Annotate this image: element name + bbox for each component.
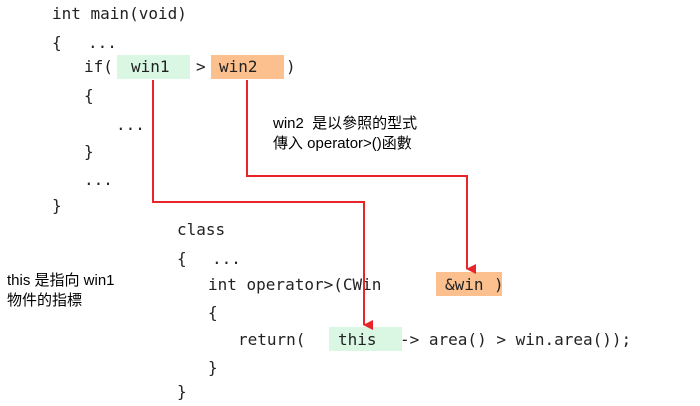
win2-note-line1: win2 是以參照的型式 (273, 115, 418, 132)
if-close: ) (286, 57, 296, 76)
win1-token: win1 (131, 57, 170, 76)
gt-operator: > (196, 57, 206, 76)
return-prefix: return( (238, 330, 306, 349)
class-close-brace: } (177, 382, 187, 401)
if-open: if( (84, 57, 113, 76)
main-close-brace: } (52, 196, 62, 215)
win-ref-param: &win (445, 275, 484, 294)
return-suffix: -> area() > win.area()); (400, 330, 632, 349)
this-note-line2: 物件的指標 (7, 292, 83, 309)
this-token: this (338, 330, 377, 349)
class-keyword: class (177, 220, 226, 239)
class-dots: ... (212, 249, 241, 268)
class-open-brace: { (177, 249, 187, 268)
operator-close-paren: ) (494, 275, 504, 294)
main-dots: ... (88, 33, 117, 52)
main-signature: int main(void) (52, 4, 187, 23)
diagram-canvas: int main(void) { ... if( win1 > win2 ) {… (0, 0, 700, 406)
win2-token: win2 (219, 57, 258, 76)
win2-to-win-arrow (246, 80, 476, 274)
win2-note-line2: 傳入 operator>()函數 (273, 135, 412, 152)
operator-signature: int operator>(CWin (208, 275, 382, 294)
inner-open-brace: { (84, 86, 94, 105)
body-open-brace: { (208, 303, 218, 322)
this-note-line1: this 是指向 win1 (7, 272, 115, 289)
inner-close-brace: } (84, 142, 94, 161)
after-dots: ... (84, 170, 113, 189)
inner-dots: ... (116, 115, 145, 134)
main-open-brace: { (52, 33, 62, 52)
body-close-brace: } (208, 358, 218, 377)
